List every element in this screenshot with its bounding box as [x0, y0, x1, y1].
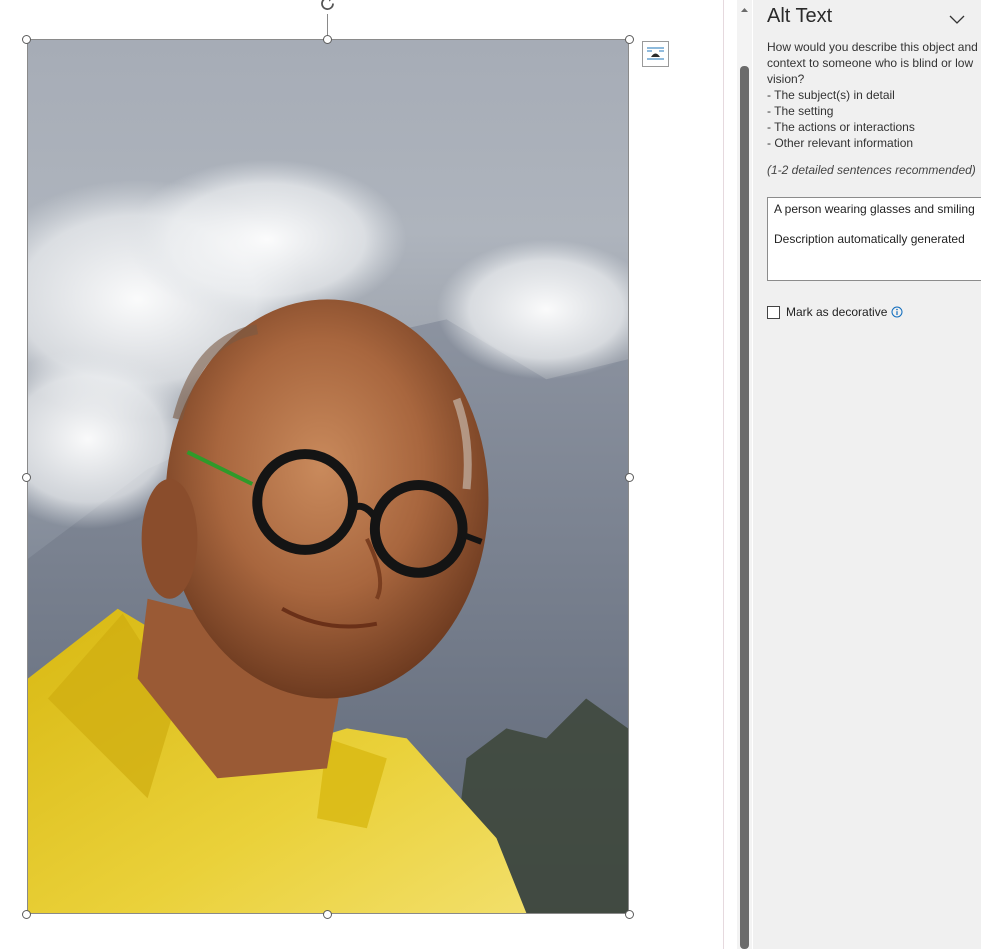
pane-divider — [723, 0, 724, 949]
alt-text-line-1: A person wearing glasses and smiling — [774, 202, 975, 216]
mark-decorative-label[interactable]: Mark as decorative — [786, 305, 887, 319]
instruction-bullet: - The setting — [767, 104, 834, 118]
resize-handle-right[interactable] — [625, 473, 634, 482]
resize-handle-top-right[interactable] — [625, 35, 634, 44]
resize-handle-bottom-left[interactable] — [22, 910, 31, 919]
layout-options-icon — [647, 47, 664, 60]
mark-decorative-row: Mark as decorative — [767, 305, 903, 319]
instructions: How would you describe this object and c… — [767, 39, 981, 151]
scrollbar-thumb[interactable] — [740, 66, 749, 949]
scroll-up-icon[interactable] — [740, 0, 749, 12]
rotate-stem — [327, 14, 328, 36]
alt-text-line-2: Description automatically generated — [774, 232, 965, 246]
mark-decorative-checkbox[interactable] — [767, 305, 780, 319]
alt-text-input[interactable]: A person wearing glasses and smiling Des… — [767, 197, 981, 281]
instruction-bullet: - The actions or interactions — [767, 120, 915, 134]
rotate-icon[interactable] — [318, 0, 338, 14]
selected-picture[interactable] — [27, 39, 629, 914]
instructions-intro: How would you describe this object and c… — [767, 40, 978, 86]
alt-text-pane: Alt Text How would you describe this obj… — [753, 0, 981, 949]
info-icon[interactable] — [891, 306, 903, 318]
resize-handle-top[interactable] — [323, 35, 332, 44]
document-canvas[interactable] — [0, 0, 723, 949]
resize-handle-bottom[interactable] — [323, 910, 332, 919]
instruction-bullet: - Other relevant information — [767, 136, 914, 150]
instruction-bullet: - The subject(s) in detail — [767, 88, 895, 102]
resize-handle-top-left[interactable] — [22, 35, 31, 44]
length-hint: (1-2 detailed sentences recommended) — [767, 163, 976, 177]
chevron-down-icon[interactable] — [946, 8, 968, 30]
pane-title: Alt Text — [767, 5, 833, 27]
layout-options-button[interactable] — [642, 41, 669, 67]
resize-handle-bottom-right[interactable] — [625, 910, 634, 919]
resize-handle-left[interactable] — [22, 473, 31, 482]
